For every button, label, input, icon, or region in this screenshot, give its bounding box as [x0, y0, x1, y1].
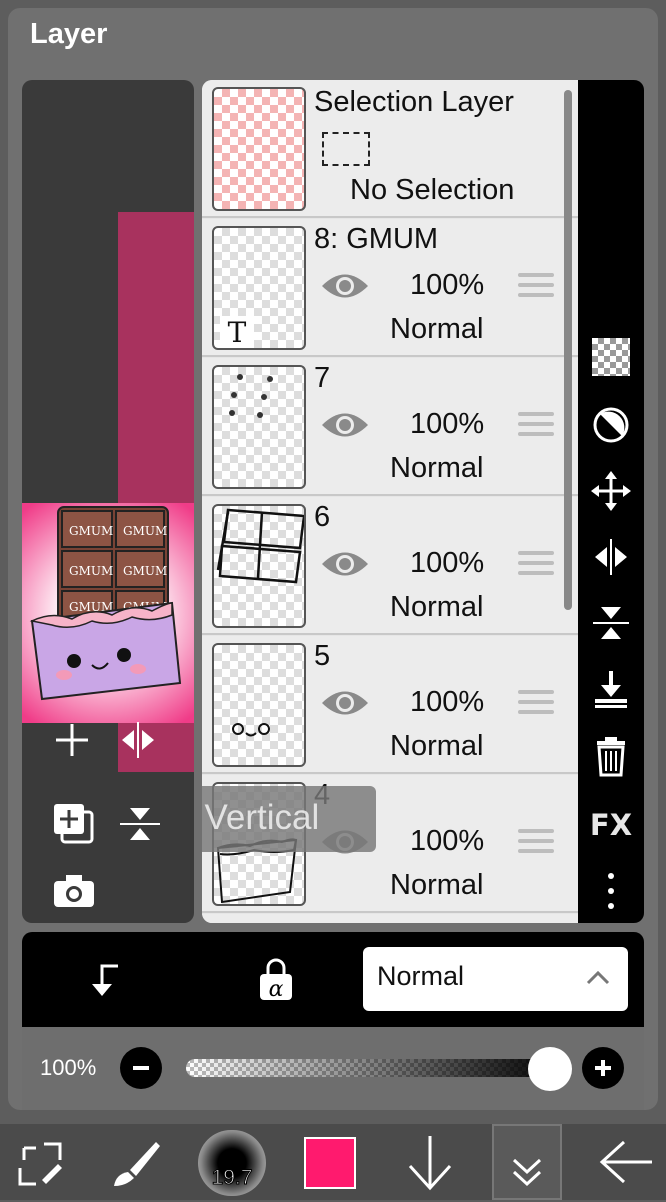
- layer-blend-mode[interactable]: Normal: [390, 869, 483, 902]
- visibility-eye-icon[interactable]: [320, 408, 370, 442]
- visibility-eye-icon[interactable]: [320, 547, 370, 581]
- brush-icon[interactable]: [110, 1138, 162, 1194]
- main-toolbar: 19.7: [0, 1124, 666, 1200]
- selection-status: No Selection: [350, 174, 515, 206]
- layer-name: 7: [314, 362, 331, 394]
- visibility-eye-icon[interactable]: [320, 686, 370, 720]
- drag-handle-icon[interactable]: [518, 273, 554, 301]
- canvas-preview-area[interactable]: GMUM GMUM GMUM GMUM GMUM GMUM: [22, 80, 194, 923]
- layer-collapse-icon[interactable]: [492, 1124, 562, 1200]
- alpha-lock-icon[interactable]: α: [256, 956, 296, 1006]
- layer-name: 8: GMUM: [314, 223, 439, 255]
- flip-horizontal-icon[interactable]: [118, 720, 158, 764]
- layer-list-scrollbar[interactable]: [564, 90, 572, 610]
- layer-thumbnail: [212, 643, 306, 767]
- canvas-thumbnail: GMUM GMUM GMUM GMUM GMUM GMUM: [22, 503, 194, 723]
- layer-opacity[interactable]: 100%: [410, 825, 484, 858]
- layer-blend-mode[interactable]: Normal: [390, 591, 483, 624]
- selection-layer-thumbnail: [212, 87, 306, 211]
- add-layer-icon[interactable]: [52, 720, 92, 764]
- transform-icon[interactable]: [14, 1138, 66, 1194]
- visibility-eye-icon[interactable]: [320, 269, 370, 303]
- layer-list[interactable]: Selection Layer No Selection T 8: GMUM 1…: [202, 80, 578, 923]
- layer-opacity[interactable]: 100%: [410, 547, 484, 580]
- trash-icon[interactable]: [578, 732, 644, 782]
- brush-size-icon[interactable]: 19.7: [198, 1130, 266, 1196]
- layer-blend-mode[interactable]: Normal: [390, 730, 483, 763]
- bar-label: GMUM: [69, 524, 113, 538]
- blend-mode-select[interactable]: Normal: [363, 947, 628, 1011]
- camera-icon[interactable]: [52, 873, 96, 913]
- opacity-slider-track[interactable]: [186, 1059, 562, 1077]
- opacity-decrease-button[interactable]: [120, 1047, 162, 1089]
- clip-circle-icon[interactable]: [578, 400, 644, 450]
- layer-row-partial: [202, 914, 578, 923]
- duplicate-layer-icon[interactable]: [52, 802, 96, 850]
- drag-handle-icon[interactable]: [518, 412, 554, 440]
- drag-handle-icon[interactable]: [518, 690, 554, 718]
- chocolate-bar-illustration: GMUM GMUM GMUM GMUM GMUM GMUM: [29, 506, 182, 701]
- opacity-slider-thumb[interactable]: [528, 1047, 572, 1091]
- merge-down-icon[interactable]: [578, 664, 644, 714]
- layer-name: Selection Layer: [314, 86, 514, 118]
- layer-row[interactable]: 7 100% Normal: [202, 358, 578, 496]
- layer-row[interactable]: 6 100% Normal: [202, 497, 578, 635]
- opacity-increase-button[interactable]: [582, 1047, 624, 1089]
- alpha-lock-glyph: α: [269, 977, 284, 1002]
- layer-thumbnail: T: [212, 226, 306, 350]
- toast-message: Flip Canvas Vertical: [202, 786, 376, 852]
- flip-vertical-icon[interactable]: [118, 802, 162, 850]
- flip-vertical-icon[interactable]: [578, 598, 644, 648]
- brush-size-value: 19.7: [211, 1166, 253, 1190]
- back-arrow-icon[interactable]: [598, 1138, 654, 1190]
- bar-label: GMUM: [69, 564, 113, 578]
- chevron-up-icon: [586, 970, 610, 985]
- layer-thumbnail: [212, 504, 306, 628]
- selection-layer-row[interactable]: Selection Layer No Selection: [202, 80, 578, 218]
- color-swatch[interactable]: [304, 1137, 356, 1189]
- opacity-slider-row: 100%: [22, 1027, 644, 1110]
- bar-label: GMUM: [123, 564, 167, 578]
- layer-blend-mode[interactable]: Normal: [390, 313, 483, 346]
- layer-tools-strip: FX: [578, 80, 644, 923]
- layer-opacity[interactable]: 100%: [410, 269, 484, 302]
- layer-opacity[interactable]: 100%: [410, 408, 484, 441]
- fx-icon[interactable]: FX: [578, 800, 644, 850]
- layer-row[interactable]: T 8: GMUM 100% Normal: [202, 219, 578, 357]
- opacity-value-label: 100%: [40, 1055, 97, 1080]
- drag-handle-icon[interactable]: [518, 551, 554, 579]
- layer-row[interactable]: 5 100% Normal: [202, 636, 578, 774]
- layer-blend-mode[interactable]: Normal: [390, 452, 483, 485]
- toast-text: Flip Canvas Vertical: [202, 798, 320, 837]
- transparency-checker-icon[interactable]: [578, 332, 644, 382]
- panel-title: Layer: [30, 18, 108, 50]
- layer-thumbnail: [212, 365, 306, 489]
- download-arrow-icon[interactable]: [404, 1134, 456, 1196]
- bar-label: GMUM: [123, 524, 167, 538]
- blend-mode-value: Normal: [377, 961, 465, 991]
- text-layer-icon: T: [220, 316, 254, 348]
- layer-name: 6: [314, 501, 331, 533]
- layer-opacity[interactable]: 100%: [410, 686, 484, 719]
- more-vertical-icon[interactable]: [578, 866, 644, 916]
- clip-arrow-icon[interactable]: [86, 960, 126, 1004]
- layer-name: 5: [314, 640, 331, 672]
- selection-marquee-icon: [322, 132, 370, 166]
- flip-horizontal-icon[interactable]: [578, 532, 644, 582]
- drag-handle-icon[interactable]: [518, 829, 554, 857]
- move-icon[interactable]: [578, 466, 644, 516]
